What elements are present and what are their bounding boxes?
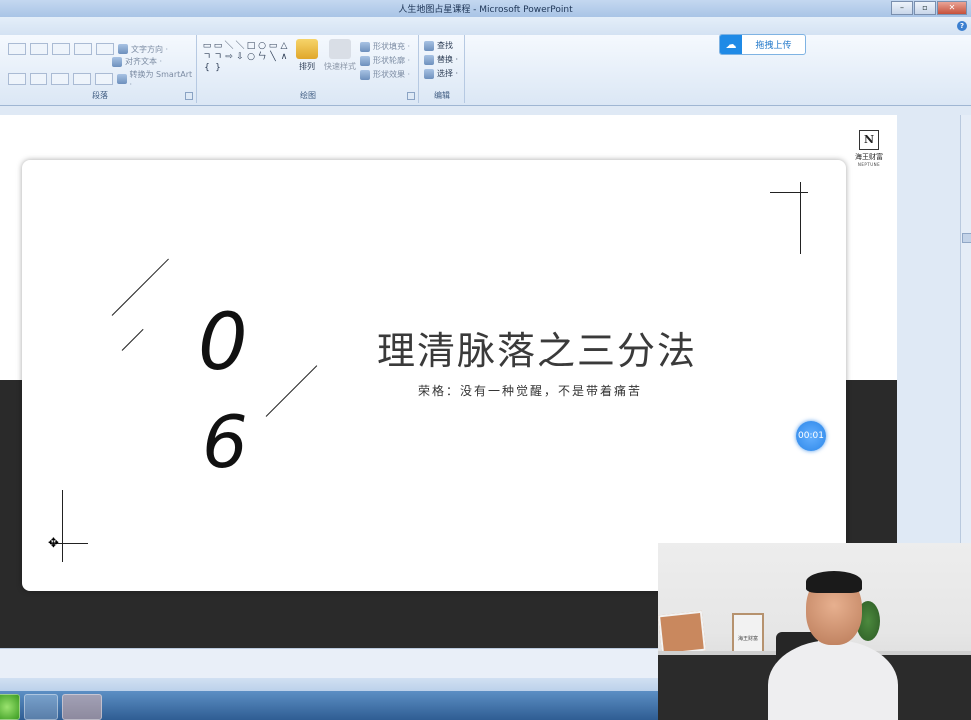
shape-item-8[interactable]: ㄱ [202, 52, 212, 62]
slide-heading: 理清脉落之三分法 [377, 329, 698, 373]
shape-fill-button[interactable]: 形状填充 · [360, 41, 410, 52]
select-icon [424, 68, 434, 79]
shape-item-17[interactable]: } [213, 63, 223, 73]
align-center-button[interactable] [29, 73, 48, 85]
shape-item-14[interactable]: ╲ [268, 52, 278, 62]
text-direction-icon [118, 44, 128, 54]
shape-item-15[interactable]: ∧ [279, 52, 289, 62]
close-button[interactable]: ✕ [937, 1, 967, 15]
drawing-group-label: 绘图 [300, 91, 316, 100]
slide-card[interactable]: 0 6 理清脉落之三分法 荣格：没有一种觉醒，不是带着痛苦 [22, 160, 846, 591]
paragraph-launcher[interactable] [185, 92, 193, 100]
drag-upload-button[interactable]: ☁ 拖拽上传 [719, 34, 806, 55]
editing-group: 查找 替换 · 选择 · 编辑 [420, 35, 465, 103]
section-number-zero: 0 [198, 298, 248, 388]
cloud-icon: ☁ [720, 35, 742, 54]
drawing-group: ▭ ▭ ＼ ＼ □ ○ ▭ △ ㄱㄱ ⇨ ⇩ ○ ㄣ ╲ ∧{} 排列 快速样式 形状填充 · 形状轮廓 ·… [198, 35, 419, 103]
paragraph-group: 文字方向 · 对齐文本 · 转换为 SmartArt · 段落 [4, 35, 197, 103]
decrease-indent-button[interactable] [52, 43, 70, 55]
taskbar-app-icon[interactable] [24, 694, 58, 720]
paragraph-group-label: 段落 [92, 91, 108, 100]
increase-indent-button[interactable] [74, 43, 92, 55]
shape-item-0[interactable]: ▭ [202, 41, 212, 51]
shape-outline-icon [360, 55, 370, 66]
arrange-button[interactable]: 排列 [294, 39, 320, 72]
shape-effects-icon [360, 69, 370, 80]
columns-button[interactable] [94, 73, 113, 85]
diagonal-line-3 [265, 365, 318, 417]
find-button[interactable]: 查找 [424, 40, 453, 51]
bottom-line-vertical [62, 490, 63, 562]
shape-item-4[interactable]: □ [246, 41, 256, 51]
diagonal-line-2 [121, 328, 144, 351]
presenter-body [768, 640, 898, 720]
find-icon [424, 40, 434, 51]
shape-item-1[interactable]: ▭ [213, 41, 223, 51]
numbering-button[interactable] [30, 43, 48, 55]
shape-effects-button[interactable]: 形状效果 · [360, 69, 410, 80]
quick-styles-icon [329, 39, 351, 59]
section-number-six: 6 [202, 400, 248, 484]
webcam-overlay: 海王财富 [658, 543, 971, 720]
editing-group-label: 编辑 [434, 91, 450, 100]
corner-line-horizontal [770, 192, 808, 193]
convert-smartart-button[interactable]: 转换为 SmartArt · [116, 69, 196, 89]
diagonal-line-1 [111, 258, 169, 316]
shape-item-5[interactable]: ○ [257, 41, 267, 51]
window-controls: – ▫ ✕ [891, 1, 967, 15]
align-right-button[interactable] [51, 73, 70, 85]
mouse-cursor-icon: ✥ [48, 536, 59, 551]
shape-item-16[interactable]: { [202, 63, 212, 73]
shape-item-13[interactable]: ㄣ [257, 52, 267, 62]
shape-item-11[interactable]: ⇩ [235, 52, 245, 62]
shape-item-3[interactable]: ＼ [235, 41, 245, 51]
quick-styles-button[interactable]: 快速样式 [322, 39, 358, 72]
corner-line-vertical [800, 182, 801, 254]
shape-item-10[interactable]: ⇨ [224, 52, 234, 62]
start-button[interactable] [0, 694, 20, 720]
logo-text-en: NEPTUNE [857, 162, 881, 167]
shape-item-12[interactable]: ○ [246, 52, 256, 62]
justify-button[interactable] [73, 73, 91, 85]
align-text-button[interactable]: 对齐文本 · [112, 56, 162, 67]
picture-frame [658, 610, 706, 656]
presenter-hair [806, 571, 862, 593]
align-left-button[interactable] [8, 73, 26, 85]
title-bar: 人生地图占星课程 - Microsoft PowerPoint – ▫ ✕ [0, 0, 971, 17]
help-icon[interactable]: ? [957, 21, 967, 31]
slide-quote: 荣格：没有一种觉醒，不是带着痛苦 [418, 384, 643, 398]
brand-logo: N 海王财富 NEPTUNE [852, 130, 886, 167]
shape-outline-button[interactable]: 形状轮廓 · [360, 55, 410, 66]
line-spacing-button[interactable] [96, 43, 114, 55]
taskbar-powerpoint-icon[interactable] [62, 694, 102, 720]
ribbon: 文字方向 · 对齐文本 · 转换为 SmartArt · 段落 ▭ ▭ ＼ ＼ □ ○ ▭ △… [0, 35, 971, 106]
logo-mark: N [859, 130, 879, 150]
replace-icon [424, 54, 434, 65]
shape-item-6[interactable]: ▭ [268, 41, 278, 51]
text-direction-button[interactable]: 文字方向 · [118, 44, 168, 55]
arrange-icon [296, 39, 318, 59]
certificate-frame: 海王财富 [732, 613, 764, 655]
vertical-scrollbar[interactable] [960, 115, 971, 545]
ribbon-tab-strip: ? [0, 17, 971, 35]
logo-text-cn: 海王财富 [855, 153, 883, 161]
recording-timer[interactable]: 00:01 [796, 421, 826, 451]
drawing-launcher[interactable] [407, 92, 415, 100]
shape-fill-icon [360, 41, 370, 52]
bullets-button[interactable] [8, 43, 26, 55]
smartart-icon [116, 74, 127, 84]
maximize-button[interactable]: ▫ [914, 1, 936, 15]
replace-button[interactable]: 替换 · [424, 54, 458, 65]
shape-item-7[interactable]: △ [279, 41, 289, 51]
scrollbar-thumb[interactable] [962, 233, 971, 243]
shape-item-9[interactable]: ㄱ [213, 52, 223, 62]
select-button[interactable]: 选择 · [424, 68, 458, 79]
minimize-button[interactable]: – [891, 1, 913, 15]
window-title: 人生地图占星课程 - Microsoft PowerPoint [398, 5, 573, 15]
shape-gallery[interactable]: ▭ ▭ ＼ ＼ □ ○ ▭ △ ㄱㄱ ⇨ ⇩ ○ ㄣ ╲ ∧{} [202, 41, 292, 73]
shape-item-2[interactable]: ＼ [224, 41, 234, 51]
align-text-icon [112, 56, 122, 67]
